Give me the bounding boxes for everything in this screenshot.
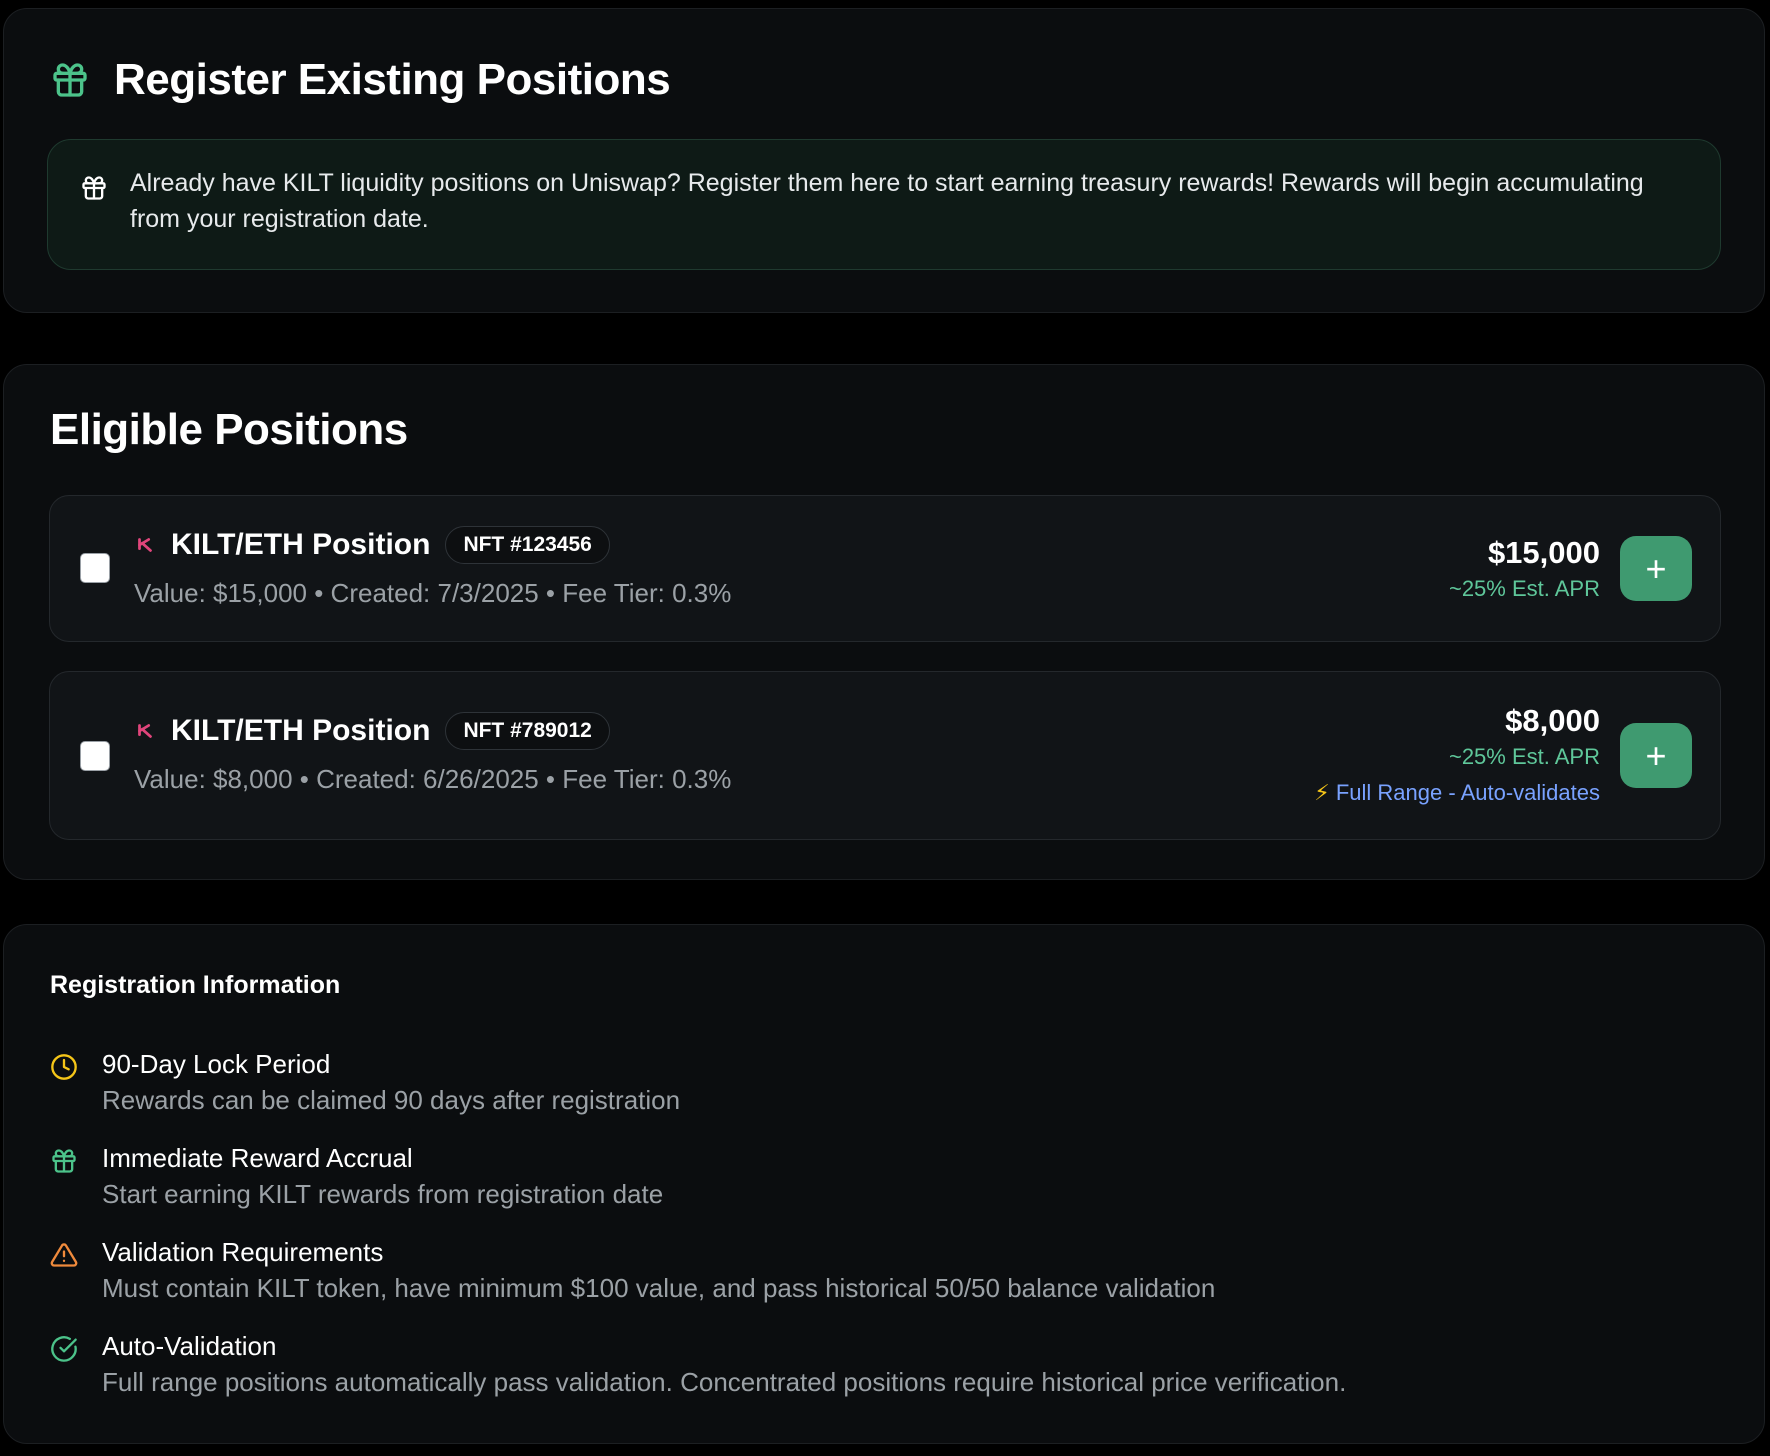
gift-icon bbox=[52, 1149, 76, 1173]
position-checkbox[interactable] bbox=[80, 741, 110, 771]
position-row: KILT/ETH Position NFT #123456 Value: $15… bbox=[49, 495, 1721, 642]
full-range-text: Full Range - Auto-validates bbox=[1335, 780, 1600, 805]
info-title: Registration Information bbox=[50, 971, 341, 999]
plus-icon: + bbox=[1645, 734, 1667, 776]
registration-info-card: Registration Information 90-Day Lock Per… bbox=[3, 924, 1765, 1444]
position-value: $8,000 bbox=[1505, 703, 1600, 738]
lightning-icon: ⚡ bbox=[1314, 780, 1330, 805]
info-item-desc: Rewards can be claimed 90 days after reg… bbox=[102, 1085, 681, 1115]
info-item-title: Immediate Reward Accrual bbox=[102, 1143, 413, 1173]
nft-badge: NFT #123456 bbox=[445, 526, 610, 564]
position-header: KILT/ETH Position NFT #789012 bbox=[134, 712, 610, 750]
page-title: Register Existing Positions bbox=[114, 55, 671, 104]
position-row: KILT/ETH Position NFT #789012 Value: $8,… bbox=[49, 671, 1721, 840]
nft-badge: NFT #789012 bbox=[445, 712, 610, 750]
position-apr: ~25% Est. APR bbox=[1448, 576, 1600, 601]
position-header: KILT/ETH Position NFT #123456 bbox=[134, 526, 610, 564]
position-apr: ~25% Est. APR bbox=[1448, 744, 1600, 769]
info-item-desc: Full range positions automatically pass … bbox=[102, 1367, 1347, 1397]
register-header: Register Existing Positions bbox=[50, 55, 671, 105]
check-circle-icon bbox=[51, 1336, 77, 1362]
info-item-desc: Must contain KILT token, have minimum $1… bbox=[102, 1273, 1216, 1303]
info-item-desc: Start earning KILT rewards from registra… bbox=[102, 1179, 664, 1209]
position-summary: $8,000 ~25% Est. APR ⚡ Full Range - Auto… bbox=[1314, 702, 1600, 812]
position-meta: Value: $8,000 • Created: 6/26/2025 • Fee… bbox=[134, 764, 732, 794]
kilt-logo-icon bbox=[138, 538, 152, 552]
info-item-title: Validation Requirements bbox=[102, 1237, 384, 1267]
position-meta: Value: $15,000 • Created: 7/3/2025 • Fee… bbox=[134, 578, 732, 608]
position-name: KILT/ETH Position bbox=[171, 714, 431, 747]
section-title: Eligible Positions bbox=[50, 405, 408, 454]
position-checkbox[interactable] bbox=[80, 553, 110, 583]
eligible-positions-card: Eligible Positions KILT/ETH Position NFT… bbox=[3, 364, 1765, 880]
kilt-logo-icon bbox=[138, 724, 152, 738]
add-position-button[interactable]: + bbox=[1620, 723, 1692, 788]
warning-icon bbox=[50, 1243, 78, 1267]
clock-icon bbox=[51, 1054, 77, 1080]
notice-text: Already have KILT liquidity positions on… bbox=[130, 169, 1644, 233]
position-value: $15,000 bbox=[1487, 535, 1600, 570]
full-range-label: ⚡ Full Range - Auto-validates bbox=[1314, 774, 1600, 812]
position-name: KILT/ETH Position bbox=[171, 528, 431, 561]
gift-icon bbox=[82, 176, 106, 200]
register-card: Register Existing Positions Already have… bbox=[3, 8, 1765, 313]
info-item-title: 90-Day Lock Period bbox=[102, 1049, 331, 1079]
position-summary: $15,000 ~25% Est. APR bbox=[1449, 534, 1600, 606]
gift-icon bbox=[53, 63, 87, 97]
plus-icon: + bbox=[1645, 547, 1667, 589]
add-position-button[interactable]: + bbox=[1620, 536, 1692, 601]
info-item-title: Auto-Validation bbox=[102, 1331, 277, 1361]
info-notice: Already have KILT liquidity positions on… bbox=[47, 139, 1721, 270]
